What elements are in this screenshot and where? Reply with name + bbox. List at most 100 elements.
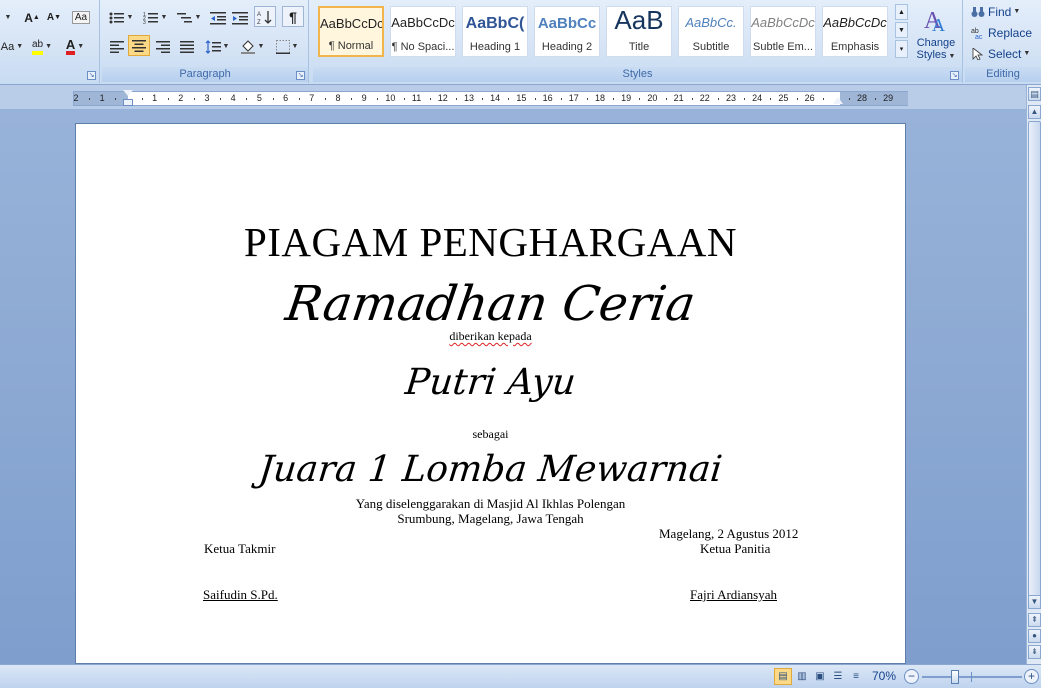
justify-button[interactable] bbox=[176, 36, 198, 57]
scroll-up-button[interactable]: ▲ bbox=[1028, 105, 1041, 119]
align-center-button[interactable] bbox=[128, 35, 150, 56]
svg-text:ac: ac bbox=[975, 34, 983, 39]
award-title: Juara 1 Lomba Mewarnai bbox=[256, 449, 725, 490]
show-formatting-marks-button[interactable]: ¶ bbox=[282, 6, 304, 27]
increase-indent-button[interactable] bbox=[230, 7, 250, 28]
full-screen-reading-view-button[interactable]: ▥ bbox=[793, 668, 811, 685]
shading-icon bbox=[240, 39, 255, 54]
ruler-tick bbox=[141, 98, 143, 100]
font-dialog-launcher[interactable]: ↘ bbox=[87, 71, 96, 80]
align-left-button[interactable] bbox=[106, 36, 128, 57]
ruler-tick bbox=[717, 98, 719, 100]
change-styles-button[interactable]: A A Change Styles ▼ bbox=[913, 2, 959, 66]
ruler-tick bbox=[324, 98, 326, 100]
bullets-button[interactable]: ▼ bbox=[106, 7, 136, 28]
ruler-tick bbox=[534, 98, 536, 100]
document-page[interactable]: PIAGAM PENGHARGAAN Ramadhan Ceria diberi… bbox=[75, 123, 906, 664]
outline-view-button[interactable]: ☰ bbox=[829, 668, 847, 685]
select-browse-object-button[interactable]: ● bbox=[1028, 629, 1041, 643]
zoom-slider-track[interactable] bbox=[922, 676, 1022, 678]
style-name-label: Heading 2 bbox=[541, 41, 593, 53]
style-name-label: Heading 1 bbox=[469, 41, 521, 53]
ruler-number: 2 bbox=[178, 93, 184, 103]
ruler-toggle-button[interactable]: ▤ bbox=[1028, 87, 1041, 101]
vertical-scrollbar[interactable]: ▤ ▲ ▼ ⇞ ● ⇟ bbox=[1026, 85, 1041, 664]
horizontal-ruler[interactable]: 2 1 1 2 3 4 5 6 7 8 9 10 11 12 13 14 15 16 17 18 19 20 21 22 23 2… bbox=[73, 90, 908, 106]
clear-formatting-button[interactable]: Aa bbox=[70, 7, 92, 28]
shading-button[interactable]: ▼ bbox=[236, 36, 268, 57]
first-line-indent-marker[interactable] bbox=[123, 90, 133, 96]
line-spacing-button[interactable]: ▼ bbox=[202, 36, 232, 57]
numbering-button[interactable]: 1 2 3 ▼ bbox=[140, 7, 170, 28]
gallery-scroll-down-button[interactable]: ▼ bbox=[895, 22, 908, 38]
previous-page-button[interactable]: ⇞ bbox=[1028, 613, 1041, 627]
zoom-slider-thumb[interactable] bbox=[951, 670, 959, 684]
zoom-in-button[interactable]: + bbox=[1024, 669, 1039, 684]
replace-icon: abac bbox=[971, 28, 983, 39]
styles-dialog-launcher[interactable]: ↘ bbox=[950, 71, 959, 80]
ruler-number: 2 bbox=[73, 93, 79, 103]
ruler-number: 1 bbox=[152, 93, 158, 103]
ruler-tick bbox=[665, 98, 667, 100]
font-size-dropdown-arrow[interactable]: ▼ bbox=[0, 7, 14, 28]
borders-button[interactable]: ▼ bbox=[272, 36, 302, 57]
grow-font-button[interactable]: A ▲ bbox=[22, 7, 42, 28]
zoom-level[interactable]: 70% bbox=[872, 669, 896, 683]
font-group: ▼ A ▲ A ▼ Aa Aa ▼ ab ▼ A ▼ ↘ bbox=[0, 0, 100, 83]
text-highlight-button[interactable]: ab ▼ bbox=[28, 36, 56, 57]
ruler-tick bbox=[351, 98, 353, 100]
change-case-button[interactable]: Aa ▼ bbox=[0, 36, 24, 57]
draft-view-button[interactable]: ≡ bbox=[847, 668, 865, 685]
gallery-scroll-up-button[interactable]: ▲ bbox=[895, 4, 908, 20]
style-item-emphasis[interactable]: AaBbCcDc Emphasis bbox=[822, 6, 888, 57]
next-page-button[interactable]: ⇟ bbox=[1028, 645, 1041, 659]
scrollbar-thumb[interactable] bbox=[1028, 121, 1041, 601]
ruler-tick bbox=[508, 98, 510, 100]
ruler-number: 17 bbox=[568, 93, 579, 103]
decrease-indent-button[interactable] bbox=[208, 7, 228, 28]
svg-text:Z: Z bbox=[257, 20, 261, 25]
paragraph-group: ▼ 1 2 3 ▼ ▼ AZ ¶ ▼ ▼ ▼ Paragraph ↘ bbox=[102, 0, 309, 83]
style-item-heading-1[interactable]: AaBbC(Heading 1 bbox=[462, 6, 528, 57]
style-item-subtitle[interactable]: AaBbCc. Subtitle bbox=[678, 6, 744, 57]
style-item-no-spaci[interactable]: AaBbCcDc ¶ No Spaci... bbox=[390, 6, 456, 57]
style-item-heading-2[interactable]: AaBbCc Heading 2 bbox=[534, 6, 600, 57]
select-button[interactable]: Select ▼ bbox=[971, 43, 1039, 64]
ruler-number: 22 bbox=[699, 93, 710, 103]
gallery-more-button[interactable]: ▾ bbox=[895, 40, 908, 58]
replace-button[interactable]: ab ac Replace bbox=[971, 22, 1039, 43]
ruler-tick bbox=[482, 98, 484, 100]
style-sample-text: AaBbCcDc bbox=[391, 15, 455, 30]
ruler-tick bbox=[455, 98, 457, 100]
ruler-tick bbox=[744, 98, 746, 100]
style-item-subtle-em[interactable]: AaBbCcDc Subtle Em... bbox=[750, 6, 816, 57]
styles-group: AaBbCcDc ¶ Normal AaBbCcDc ¶ No Spaci... AaB… bbox=[313, 0, 963, 83]
right-indent-marker[interactable] bbox=[833, 97, 843, 104]
svg-text:A: A bbox=[257, 12, 261, 18]
style-name-label: Subtitle bbox=[692, 41, 730, 53]
zoom-out-button[interactable]: − bbox=[904, 669, 919, 684]
ruler-number: 11 bbox=[411, 93, 422, 103]
print-layout-view-button[interactable]: ▤ bbox=[774, 668, 792, 685]
style-sample-text: AaBbCcDc bbox=[320, 16, 382, 31]
align-right-button[interactable] bbox=[152, 36, 174, 57]
align-left-icon bbox=[110, 40, 124, 53]
multilevel-list-button[interactable]: ▼ bbox=[174, 7, 204, 28]
change-styles-label-line1: Change bbox=[916, 37, 956, 49]
given-to-text: diberikan kepada bbox=[449, 329, 532, 343]
numbering-icon: 123 bbox=[143, 12, 158, 25]
shrink-font-button[interactable]: A ▼ bbox=[44, 7, 64, 28]
paragraph-dialog-launcher[interactable]: ↘ bbox=[296, 71, 305, 80]
font-color-icon: A bbox=[65, 38, 76, 55]
hanging-indent-marker[interactable] bbox=[123, 99, 133, 106]
right-signatory-role: Ketua Panitia bbox=[700, 541, 771, 556]
ruler-tick bbox=[193, 98, 195, 100]
web-layout-view-button[interactable]: ▣ bbox=[811, 668, 829, 685]
select-cursor-icon bbox=[972, 47, 984, 60]
sort-button[interactable]: AZ bbox=[254, 6, 276, 27]
style-item-normal[interactable]: AaBbCcDc ¶ Normal bbox=[318, 6, 384, 57]
find-button[interactable]: Find ▼ bbox=[971, 1, 1037, 22]
scroll-down-button[interactable]: ▼ bbox=[1028, 595, 1041, 609]
font-color-button[interactable]: A ▼ bbox=[60, 36, 90, 57]
style-item-title[interactable]: AaB Title bbox=[606, 5, 672, 57]
